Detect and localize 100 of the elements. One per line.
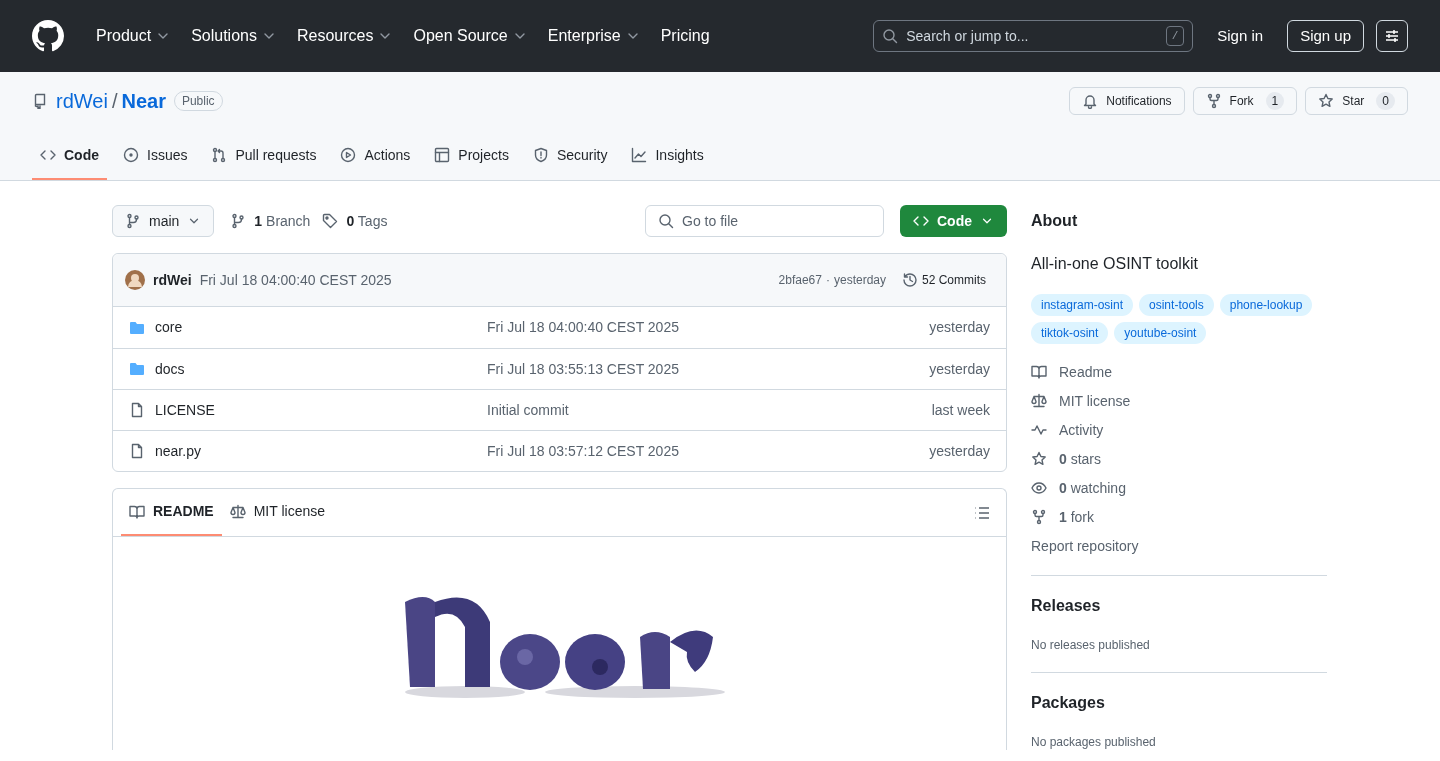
go-to-file-field[interactable]: Go to file bbox=[645, 205, 884, 237]
folder-icon bbox=[129, 361, 145, 377]
repo-tab[interactable]: Insights bbox=[623, 132, 712, 180]
repo-tab[interactable]: Security bbox=[524, 132, 616, 180]
tags-link[interactable]: 0 Tags bbox=[322, 210, 388, 232]
readme-tab[interactable]: MIT license bbox=[221, 489, 333, 536]
book-icon bbox=[1031, 364, 1047, 380]
nav-menu-item[interactable]: Pricing bbox=[652, 20, 718, 52]
go-to-file-placeholder: Go to file bbox=[682, 211, 739, 231]
graph-icon bbox=[631, 147, 648, 163]
commit-message-link[interactable]: Fri Jul 18 04:00:40 CEST 2025 bbox=[199, 269, 392, 291]
repo-tab[interactable]: Projects bbox=[426, 132, 517, 180]
commit-message-link[interactable]: Fri Jul 18 04:00:40 CEST 2025 bbox=[487, 317, 930, 338]
file-icon bbox=[129, 443, 145, 459]
play-icon bbox=[340, 147, 357, 163]
releases-heading[interactable]: Releases bbox=[1031, 594, 1327, 618]
repo-description: All-in-one OSINT toolkit bbox=[1031, 254, 1199, 274]
repo-owner-link[interactable]: rdWei bbox=[56, 86, 108, 116]
table-icon bbox=[434, 147, 451, 163]
bell-icon bbox=[1082, 93, 1099, 109]
search-icon bbox=[658, 213, 674, 229]
commit-time: yesterday bbox=[929, 318, 990, 337]
search-placeholder: Search or jump to... bbox=[906, 26, 1030, 46]
star-icon bbox=[1318, 93, 1335, 109]
eye-icon bbox=[1031, 480, 1047, 496]
octocat-logo-icon[interactable] bbox=[32, 20, 64, 52]
count-badge: 0 bbox=[1376, 92, 1395, 110]
commit-time: yesterday bbox=[929, 359, 990, 379]
search-icon bbox=[882, 28, 899, 44]
file-icon bbox=[129, 402, 145, 418]
book-icon bbox=[129, 503, 145, 520]
scale-icon bbox=[1031, 393, 1047, 409]
about-heading: About bbox=[1031, 211, 1079, 231]
notifications-button[interactable]: Notifications bbox=[1069, 87, 1185, 115]
branch-icon bbox=[230, 213, 247, 229]
nav-menu-item[interactable]: Enterprise bbox=[539, 20, 649, 52]
readme-tab[interactable]: README bbox=[121, 489, 222, 536]
releases-note: No releases published bbox=[1031, 637, 1151, 654]
commit-time: yesterday bbox=[929, 441, 990, 461]
count-badge: 1 bbox=[1265, 92, 1285, 110]
sidebar-link[interactable]: 0 watching bbox=[1031, 478, 1327, 498]
commit-message-link[interactable]: Fri Jul 18 03:57:12 CEST 2025 bbox=[487, 440, 930, 462]
star-icon bbox=[1031, 451, 1047, 467]
sidebar-link[interactable]: Activity bbox=[1031, 420, 1327, 440]
settings-button[interactable] bbox=[1376, 20, 1408, 52]
branch-selector[interactable]: main bbox=[112, 205, 215, 237]
scale-icon bbox=[229, 503, 246, 520]
packages-note: No packages published bbox=[1031, 734, 1157, 751]
repo-tab[interactable]: Code bbox=[32, 132, 107, 180]
commit-author-link[interactable]: rdWei bbox=[153, 269, 192, 291]
topic-tag[interactable]: phone-lookup bbox=[1219, 294, 1313, 316]
file-link[interactable]: near.py bbox=[155, 440, 201, 462]
folder-icon bbox=[129, 319, 145, 336]
shield-icon bbox=[532, 147, 549, 163]
separator-dot: · bbox=[825, 272, 830, 289]
nav-menu-item[interactable]: Resources bbox=[288, 20, 402, 52]
pull-request-icon bbox=[211, 147, 228, 163]
code-dropdown-button[interactable]: Code bbox=[900, 205, 1007, 237]
nav-menu-item[interactable]: Solutions bbox=[183, 20, 285, 52]
tag-icon bbox=[322, 213, 339, 229]
repo-tab[interactable]: Issues bbox=[115, 132, 196, 180]
folder-link[interactable]: core bbox=[155, 317, 183, 338]
shortcut-key: / bbox=[1165, 26, 1185, 46]
topic-tag[interactable]: tiktok-osint bbox=[1031, 322, 1109, 344]
branch-icon bbox=[125, 213, 141, 229]
repo-tab[interactable]: Actions bbox=[332, 132, 419, 180]
commit-message-link[interactable]: Initial commit bbox=[487, 399, 932, 421]
nav-menu-item[interactable]: Open Source bbox=[405, 20, 536, 52]
topic-tag[interactable]: instagram-osint bbox=[1031, 294, 1134, 316]
sidebar-link[interactable]: 1 fork bbox=[1031, 507, 1327, 527]
commit-hash-link[interactable]: 2bfae67 bbox=[778, 271, 822, 289]
topic-tag[interactable]: osint-tools bbox=[1139, 294, 1214, 316]
fork-button[interactable]: Fork 1 bbox=[1192, 87, 1298, 115]
repo-tab[interactable]: Pull requests bbox=[203, 132, 325, 180]
branches-link[interactable]: 1 Branch bbox=[230, 210, 311, 232]
topic-tag[interactable]: youtube-osint bbox=[1114, 322, 1207, 344]
nav-menu-item[interactable]: Product bbox=[88, 20, 180, 52]
tag-count: 0 Tags bbox=[346, 211, 388, 231]
fork-icon bbox=[1205, 93, 1222, 109]
commit-message-link[interactable]: Fri Jul 18 03:55:13 CEST 2025 bbox=[487, 358, 930, 380]
sidebar-link[interactable]: MIT license bbox=[1031, 391, 1327, 411]
packages-heading[interactable]: Packages bbox=[1031, 691, 1327, 715]
sidebar-link[interactable]: 0 stars bbox=[1031, 449, 1327, 469]
folder-link[interactable]: docs bbox=[155, 358, 185, 380]
star-button[interactable]: Star 0 bbox=[1305, 87, 1408, 115]
commits-link[interactable]: 52 Commits bbox=[902, 271, 986, 289]
avatar-icon[interactable] bbox=[125, 270, 145, 290]
repo-name-link[interactable]: Near bbox=[121, 86, 166, 116]
search-field[interactable]: Search or jump to... / bbox=[873, 20, 1194, 52]
file-link[interactable]: LICENSE bbox=[155, 399, 215, 421]
sidebar-link[interactable]: Readme bbox=[1031, 362, 1327, 382]
commit-time: yesterday bbox=[833, 272, 886, 289]
sign-up-button[interactable]: Sign up bbox=[1287, 20, 1364, 52]
repo-icon bbox=[32, 93, 48, 109]
fork-icon bbox=[1031, 509, 1047, 525]
settings-icon bbox=[1384, 28, 1400, 44]
report-repository-link[interactable]: Report repository bbox=[1031, 536, 1327, 557]
path-separator: / bbox=[111, 89, 118, 114]
branch-count: 1 Branch bbox=[254, 211, 311, 231]
sign-in-link[interactable]: Sign in bbox=[1217, 24, 1264, 48]
